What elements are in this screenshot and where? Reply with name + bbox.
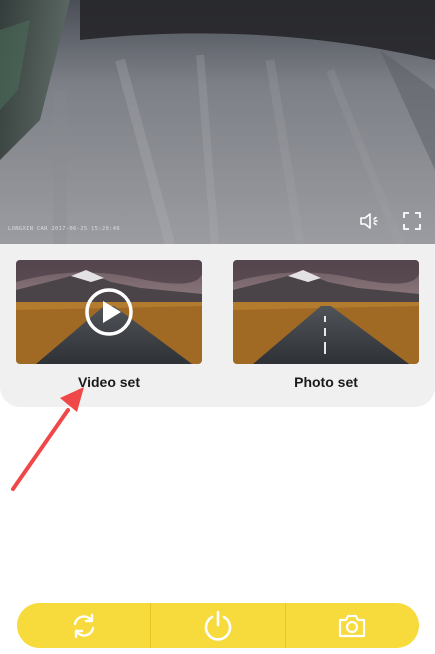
mode-selection-panel: Video set Photo set [0,244,435,407]
app-screen: LONGXIN CAR 2017-06-25 15:29:46 Video se… [0,0,435,654]
photo-set-thumbnail [233,260,419,364]
photo-set-label: Photo set [294,374,358,390]
play-icon[interactable] [84,287,134,337]
fullscreen-button[interactable] [399,208,425,234]
video-set-card[interactable]: Video set [16,260,202,392]
video-set-label: Video set [78,374,140,390]
speaker-icon [360,213,378,229]
power-icon [204,610,232,641]
refresh-icon [73,613,94,638]
bottom-control-bar [17,603,419,648]
power-button[interactable] [150,603,284,648]
fullscreen-icon [403,212,421,230]
camera-button[interactable] [284,603,419,648]
live-video-feed[interactable]: LONGXIN CAR 2017-06-25 15:29:46 [0,0,435,244]
volume-button[interactable] [357,208,383,234]
timestamp-overlay: LONGXIN CAR 2017-06-25 15:29:46 [8,226,120,232]
photo-set-card[interactable]: Photo set [233,260,419,392]
refresh-button[interactable] [17,603,150,648]
camera-icon [339,614,366,637]
